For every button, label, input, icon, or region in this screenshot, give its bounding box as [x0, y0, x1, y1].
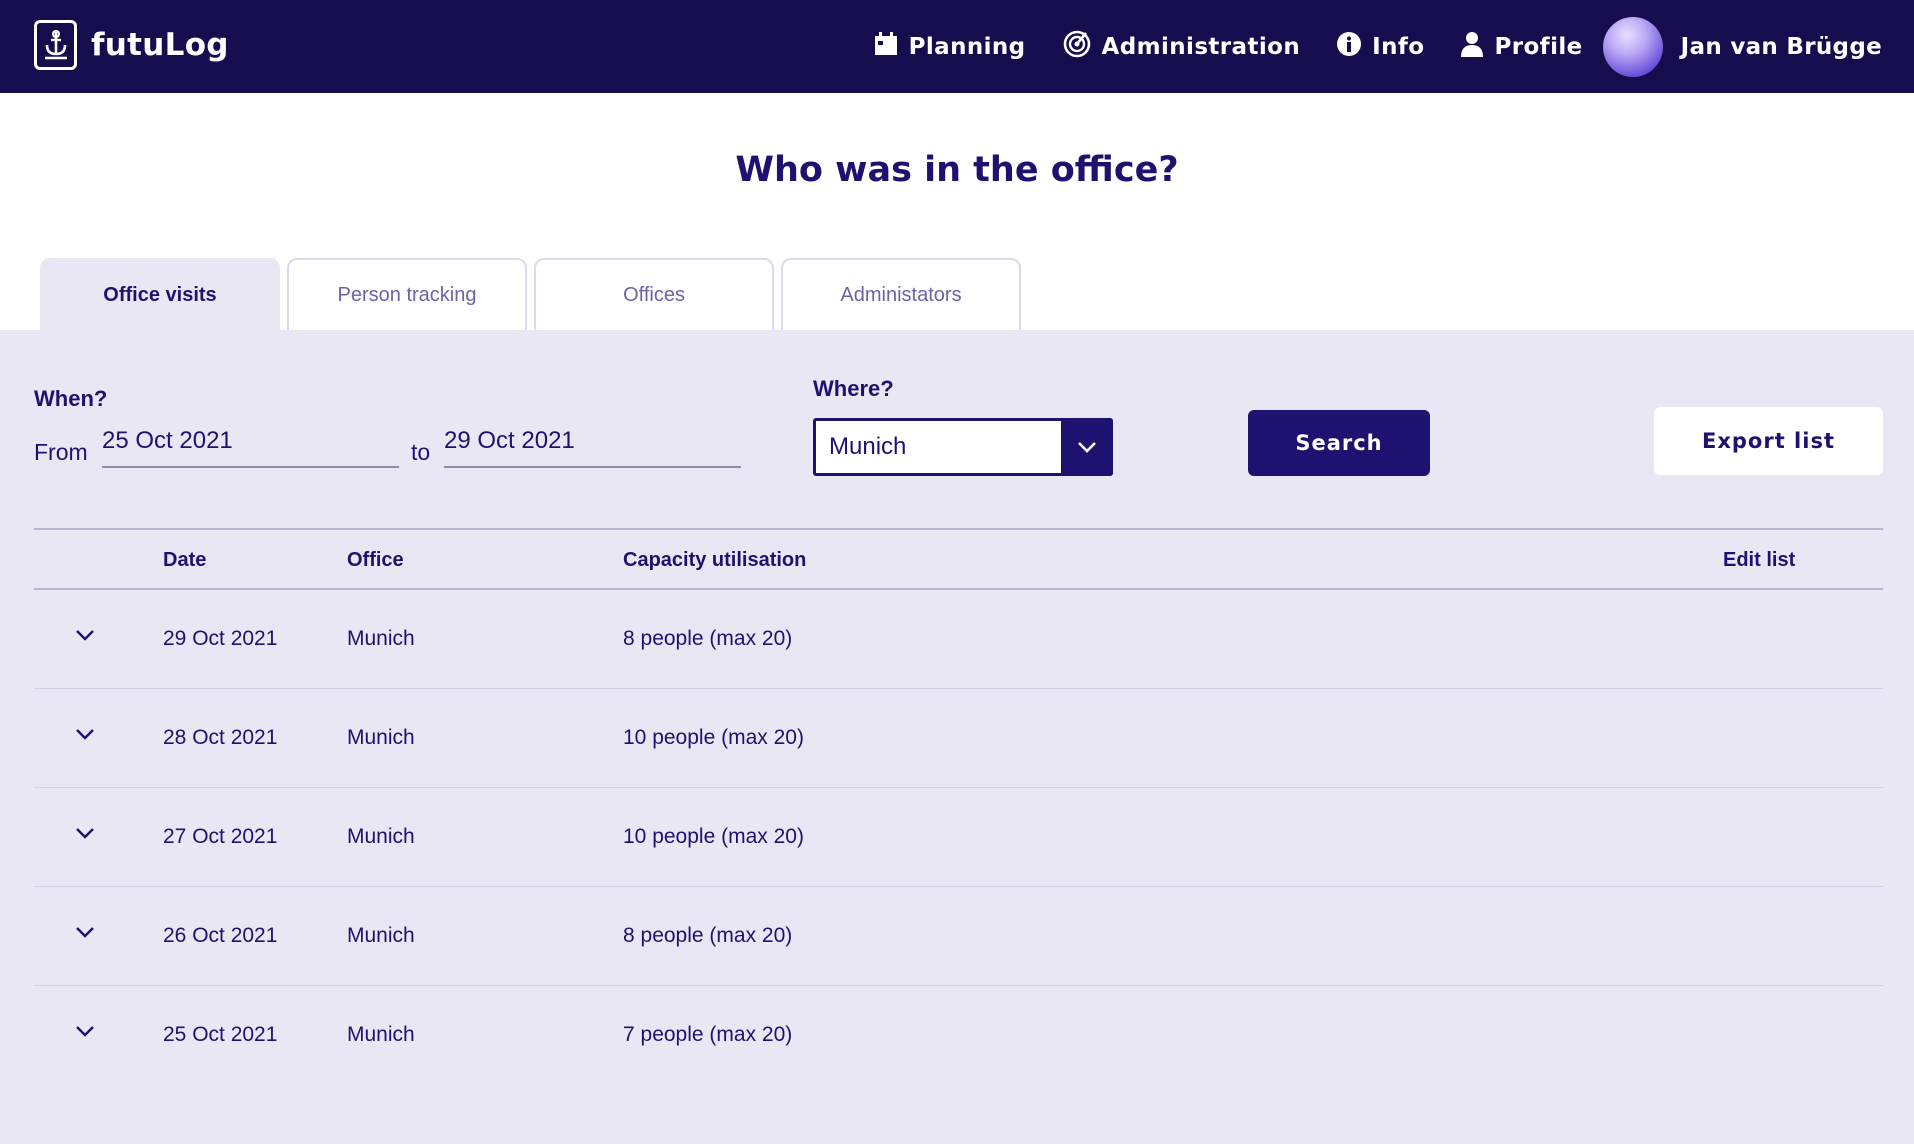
- nav-planning-label: Planning: [908, 33, 1026, 60]
- where-label: Where?: [813, 376, 894, 401]
- row-date: 26 Oct 2021: [163, 924, 278, 947]
- row-office: Munich: [347, 627, 415, 650]
- chevron-down-icon[interactable]: [74, 826, 96, 845]
- user-name[interactable]: Jan van Brügge: [1681, 34, 1882, 60]
- row-office: Munich: [347, 924, 415, 947]
- row-date: 27 Oct 2021: [163, 825, 278, 848]
- row-office: Munich: [347, 825, 415, 848]
- export-list-button[interactable]: Export list: [1654, 407, 1883, 475]
- row-capacity: 7 people (max 20): [623, 1023, 793, 1046]
- table-header: Date Office Capacity utilisation Edit li…: [34, 528, 1883, 590]
- logo-text: futuLog: [91, 27, 229, 63]
- tab-bar: Office visits Person tracking Offices Ad…: [40, 258, 1028, 330]
- chevron-down-icon[interactable]: [74, 1024, 96, 1043]
- row-office: Munich: [347, 1023, 415, 1046]
- radar-icon: [1062, 29, 1102, 65]
- nav-profile[interactable]: Profile: [1460, 31, 1582, 63]
- nav-administration[interactable]: Administration: [1062, 29, 1301, 65]
- header-capacity[interactable]: Capacity utilisation: [623, 549, 806, 572]
- nav-info-label: Info: [1372, 33, 1425, 60]
- row-office: Munich: [347, 726, 415, 749]
- table-row[interactable]: 27 Oct 2021 Munich 10 people (max 20): [34, 788, 1883, 887]
- tab-offices[interactable]: Offices: [534, 258, 774, 330]
- table-row[interactable]: 26 Oct 2021 Munich 8 people (max 20): [34, 887, 1883, 986]
- tab-person-tracking[interactable]: Person tracking: [287, 258, 527, 330]
- office-visits-panel: When? From to Where? Munich Search Expor…: [0, 330, 1914, 1144]
- nav-administration-label: Administration: [1101, 33, 1301, 60]
- page-title: Who was in the office?: [735, 150, 1179, 190]
- from-label: From: [34, 439, 88, 465]
- date-to-input[interactable]: [444, 422, 741, 468]
- header-date[interactable]: Date: [163, 549, 206, 572]
- search-button[interactable]: Search: [1248, 410, 1430, 476]
- header-office[interactable]: Office: [347, 549, 404, 572]
- nav-planning[interactable]: Planning: [873, 31, 1026, 63]
- user-avatar[interactable]: [1602, 16, 1663, 77]
- main-nav: Planning Administration Info Profile Jan…: [837, 0, 1882, 93]
- header-edit-list[interactable]: Edit list: [1723, 549, 1795, 572]
- row-date: 28 Oct 2021: [163, 726, 278, 749]
- row-capacity: 8 people (max 20): [623, 627, 793, 650]
- nav-info[interactable]: Info: [1336, 31, 1424, 63]
- info-icon: [1336, 31, 1372, 63]
- row-capacity: 8 people (max 20): [623, 924, 793, 947]
- row-date: 25 Oct 2021: [163, 1023, 278, 1046]
- chevron-down-icon[interactable]: [74, 727, 96, 746]
- row-date: 29 Oct 2021: [163, 627, 278, 650]
- chevron-down-icon[interactable]: [74, 628, 96, 647]
- nav-profile-label: Profile: [1494, 33, 1583, 60]
- top-navigation-bar: futuLog Planning Administration Info Pro…: [0, 0, 1914, 93]
- logbook-anchor-icon: [34, 20, 77, 70]
- row-capacity: 10 people (max 20): [623, 825, 804, 848]
- date-from-input[interactable]: [102, 422, 399, 468]
- row-capacity: 10 people (max 20): [623, 726, 804, 749]
- to-label: to: [411, 439, 431, 465]
- chevron-down-icon[interactable]: [1061, 418, 1113, 476]
- visits-table: Date Office Capacity utilisation Edit li…: [34, 528, 1883, 1085]
- person-icon: [1460, 31, 1494, 63]
- brand[interactable]: futuLog: [34, 20, 229, 70]
- tab-office-visits[interactable]: Office visits: [40, 258, 280, 330]
- when-label: When?: [34, 386, 108, 411]
- tab-administrators[interactable]: Administators: [781, 258, 1021, 330]
- chevron-down-icon[interactable]: [74, 925, 96, 944]
- office-select-value: Munich: [829, 433, 907, 460]
- office-select[interactable]: Munich: [813, 418, 1113, 476]
- table-row[interactable]: 29 Oct 2021 Munich 8 people (max 20): [34, 590, 1883, 689]
- table-row[interactable]: 25 Oct 2021 Munich 7 people (max 20): [34, 986, 1883, 1085]
- table-row[interactable]: 28 Oct 2021 Munich 10 people (max 20): [34, 689, 1883, 788]
- calendar-icon: [873, 31, 909, 63]
